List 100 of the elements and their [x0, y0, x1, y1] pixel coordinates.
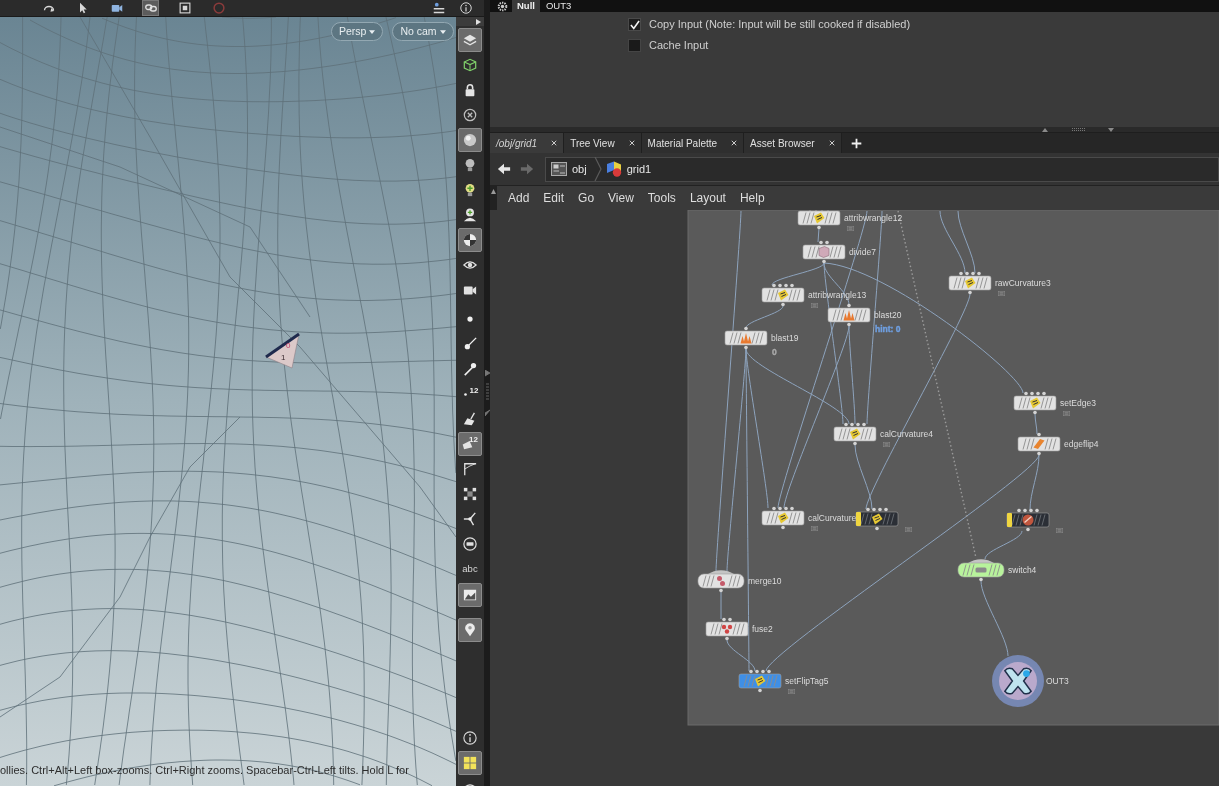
diamond-icon [1033, 439, 1045, 449]
info-icon [459, 2, 472, 14]
selected-polygon[interactable] [265, 332, 300, 369]
bulb-plus-icon [463, 183, 477, 197]
chevron-icon [593, 157, 602, 181]
tile-icon [778, 289, 789, 301]
checkbox[interactable] [628, 18, 641, 31]
node[interactable] [957, 559, 1005, 582]
node-type-label: Null [512, 0, 540, 12]
close-icon [828, 140, 835, 146]
node[interactable] [705, 617, 749, 641]
path-segment[interactable]: grid1 [605, 157, 655, 181]
path-field[interactable]: obj grid1 [545, 156, 1219, 182]
node-note: 0 [772, 347, 777, 357]
node-label: calCurvature4 [880, 429, 933, 439]
menu-item[interactable]: Go [571, 186, 602, 210]
node-label: calCurvature [808, 513, 857, 523]
checker-sphere-icon [463, 233, 477, 247]
status-hint: ollies. Ctrl+Alt+Left box-zooms. Ctrl+Right zooms. Spacebar-Ctrl-Left tilts. Hold L for [0, 764, 409, 777]
node[interactable] [738, 669, 782, 693]
shapes-icon [605, 161, 622, 177]
node[interactable] [1006, 508, 1050, 532]
viewport[interactable]: 0 1 Persp No cam ollies. Ctrl+Alt+Left box-zooms. Ctrl+Right zooms. Spacebar-Ctrl-Left tilts. Hold L for [0, 17, 456, 786]
toolbar-button[interactable]: abc [458, 557, 482, 581]
eye-icon [463, 258, 477, 272]
ring-icon [212, 2, 225, 14]
tile-icon [1030, 397, 1041, 409]
sliders-icon [432, 2, 445, 14]
ball-icon [1022, 514, 1034, 526]
tool-button[interactable] [142, 0, 159, 16]
camera-icon [110, 2, 123, 14]
node[interactable] [697, 570, 745, 593]
tile-icon [965, 277, 976, 289]
pane-tab[interactable]: /obj/grid1 [490, 133, 565, 153]
node[interactable] [827, 303, 871, 327]
layers-icon [463, 33, 477, 47]
tool-button[interactable] [457, 0, 474, 16]
node-label: fuse2 [752, 624, 773, 634]
node-label: blast20 [874, 310, 902, 320]
node[interactable] [724, 326, 768, 350]
dots-icon [717, 576, 725, 586]
node[interactable] [1017, 432, 1061, 456]
needle-icon [463, 362, 477, 376]
node[interactable] [1013, 391, 1057, 415]
menu-item[interactable]: Help [732, 186, 772, 210]
viewport-menu-button[interactable]: Persp [331, 22, 384, 41]
menu-item[interactable]: Tools [640, 186, 683, 210]
splitter-handle[interactable] [1042, 126, 1114, 133]
node[interactable] [833, 422, 877, 446]
checkbox[interactable] [628, 39, 641, 52]
node[interactable] [948, 271, 992, 295]
lock-icon [463, 83, 477, 97]
tile-icon [755, 675, 766, 687]
sphere-icon [463, 133, 477, 147]
viewport-menu-button[interactable]: No cam [392, 22, 454, 41]
node-name-field[interactable]: OUT3 [543, 1, 572, 11]
node[interactable] [761, 283, 805, 307]
node-label: blast19 [771, 333, 799, 343]
info-icon [463, 731, 477, 745]
toolbar-button[interactable]: 12 [458, 382, 482, 406]
node[interactable] [797, 210, 841, 230]
right-arrow-icon [476, 18, 481, 25]
node[interactable] [761, 506, 805, 530]
node-label: rawCurvature3 [995, 278, 1051, 288]
dots-icon [721, 624, 733, 634]
scroll-bar[interactable] [490, 186, 497, 210]
node[interactable] [855, 507, 899, 531]
menu-item[interactable]: Layout [682, 186, 733, 210]
angle-icon [463, 462, 477, 476]
pane-tab[interactable]: Material Palette [641, 133, 745, 153]
toolbar-button[interactable] [458, 228, 482, 252]
brush-icon [463, 412, 477, 426]
toolbar-button[interactable]: 12 [458, 432, 482, 456]
node-label: switch4 [1008, 565, 1037, 575]
menu-item[interactable]: View [601, 186, 641, 210]
tool-button[interactable] [176, 0, 193, 16]
network-box[interactable] [687, 210, 1219, 726]
menu-item[interactable]: Add [501, 186, 537, 210]
node-label: attribwrangle13 [808, 290, 867, 300]
path-segment[interactable]: obj [551, 157, 590, 181]
gear-icon [497, 0, 508, 12]
tile-icon [872, 513, 883, 525]
bar-icon [975, 567, 987, 573]
node-wire [720, 591, 722, 620]
tile-icon [814, 212, 825, 224]
node-label: edgeflip4 [1064, 439, 1099, 449]
bulb-stand-icon [463, 208, 477, 222]
toolbar-button[interactable] [458, 583, 482, 607]
toolbar-scroll-strip[interactable] [456, 17, 484, 26]
pane-tab[interactable]: Asset Browser [744, 133, 842, 153]
pane-tab[interactable]: Tree View [564, 133, 642, 153]
hexagon-icon [819, 246, 829, 258]
node-label: OUT3 [1046, 676, 1069, 686]
splitter-handle[interactable] [484, 370, 490, 416]
close-icon [628, 140, 635, 146]
menu-item[interactable]: Edit [536, 186, 572, 210]
checkmark-icon [629, 19, 640, 30]
grid-icon [463, 756, 477, 770]
image-icon [463, 588, 477, 602]
bar-circle-icon [463, 537, 477, 551]
